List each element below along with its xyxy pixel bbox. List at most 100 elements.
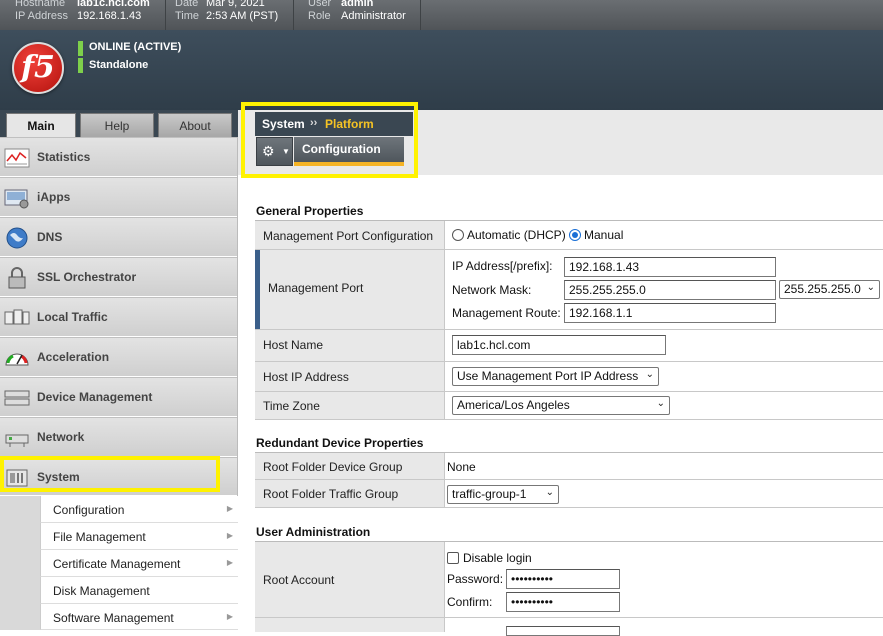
disable-login-label: Disable login xyxy=(463,551,532,565)
ip-prefix-input[interactable] xyxy=(564,257,776,277)
time-zone-select-value: America/Los Angeles xyxy=(457,398,570,412)
tab-about[interactable]: About xyxy=(158,113,232,137)
tab-main[interactable]: Main xyxy=(6,113,76,137)
radio-dhcp-option[interactable]: Automatic (DHCP) xyxy=(452,228,566,242)
label-cell: Management Port Configuration xyxy=(255,221,445,249)
password-input[interactable]: •••••••••• xyxy=(506,569,620,589)
label-cell: Management Port xyxy=(255,250,445,329)
netmask-select-value: 255.255.255.0 xyxy=(784,282,861,296)
traffic-group-select[interactable]: traffic-group-1 ⌄ xyxy=(447,485,559,504)
subnav-file-management[interactable]: File Management ▶ xyxy=(40,523,238,550)
user-label: User xyxy=(308,0,332,9)
label-cell: Host Name xyxy=(255,330,445,361)
gear-icon: ⚙ xyxy=(262,143,275,159)
sidebar-item-dns[interactable]: DNS xyxy=(0,217,237,257)
row-device-group: Root Folder Device Group None xyxy=(255,453,883,480)
sidebar-item-label: Network xyxy=(37,430,85,444)
label-cell: Root Folder Traffic Group xyxy=(255,480,445,507)
row-mgmt-port-config: Management Port Configuration Automatic … xyxy=(255,221,883,250)
route-input[interactable] xyxy=(564,303,776,323)
radio-manual[interactable] xyxy=(569,229,581,241)
general-properties-table: Management Port Configuration Automatic … xyxy=(255,220,883,420)
netmask-select[interactable]: 255.255.255.0 ⌄ xyxy=(779,280,880,299)
radio-manual-option[interactable]: Manual xyxy=(569,228,623,242)
traffic-group-label: Root Folder Traffic Group xyxy=(263,487,399,501)
time-zone-label: Time Zone xyxy=(263,399,320,413)
ssl-lock-icon xyxy=(4,266,30,290)
subnav-software-management[interactable]: Software Management ▶ xyxy=(40,604,238,630)
sidebar-item-statistics[interactable]: Statistics xyxy=(0,137,237,177)
confirm-input[interactable]: •••••••••• xyxy=(506,592,620,612)
chevron-right-icon: ▶ xyxy=(226,558,233,567)
statistics-icon xyxy=(4,146,30,170)
online-indicator xyxy=(78,41,83,56)
hostname-label: Hostname xyxy=(15,0,66,9)
redundant-properties-title: Redundant Device Properties xyxy=(256,436,424,450)
sidebar-item-label: Acceleration xyxy=(37,350,110,364)
device-management-icon xyxy=(4,386,30,410)
dns-globe-icon xyxy=(4,226,30,250)
netmask-input[interactable] xyxy=(564,280,776,300)
host-ip-select-value: Use Management Port IP Address xyxy=(457,369,639,383)
disable-login-option[interactable]: Disable login xyxy=(447,551,532,565)
tab-configuration-label: Configuration xyxy=(302,142,381,156)
chevron-down-icon: ⌄ xyxy=(866,282,875,293)
label-cell: Root Account xyxy=(255,542,445,617)
general-properties-title: General Properties xyxy=(256,204,364,218)
chevron-down-icon: ⌄ xyxy=(656,398,665,409)
traffic-group-select-value: traffic-group-1 xyxy=(452,487,527,501)
sidebar-item-local-traffic[interactable]: Local Traffic xyxy=(0,297,237,337)
chevron-down-icon: ⌄ xyxy=(545,487,554,498)
sidebar-item-ssl-orchestrator[interactable]: SSL Orchestrator xyxy=(0,257,237,297)
chevron-right-icon: ▶ xyxy=(226,531,233,540)
host-ip-select[interactable]: Use Management Port IP Address ⌄ xyxy=(452,367,659,386)
subnav-configuration[interactable]: Configuration ▶ xyxy=(40,496,238,523)
row-mgmt-port: Management Port IP Address[/prefix]: Net… xyxy=(255,250,883,330)
subnav-certificate-management[interactable]: Certificate Management ▶ xyxy=(40,550,238,577)
sidebar-item-iapps[interactable]: iApps xyxy=(0,177,237,217)
radio-dhcp[interactable] xyxy=(452,229,464,241)
subnav-disk-management[interactable]: Disk Management xyxy=(40,577,238,604)
sidebar-item-network[interactable]: Network xyxy=(0,417,237,457)
host-name-input[interactable] xyxy=(452,335,666,355)
sidebar-item-label: System xyxy=(37,470,80,484)
sidebar-item-label: DNS xyxy=(37,230,63,244)
confirm-label: Confirm: xyxy=(447,595,493,609)
ip-label: IP Address xyxy=(15,10,68,22)
device-group-label: Root Folder Device Group xyxy=(263,460,403,474)
mgmt-port-label: Management Port xyxy=(268,281,364,295)
subnav-label: Certificate Management xyxy=(53,557,181,571)
next-input[interactable] xyxy=(506,626,620,636)
iapps-icon xyxy=(4,186,30,210)
subnav-label: Configuration xyxy=(53,503,125,517)
subnav-label: Disk Management xyxy=(53,584,150,598)
time-zone-select[interactable]: America/Los Angeles ⌄ xyxy=(452,396,670,415)
row-host-ip: Host IP Address Use Management Port IP A… xyxy=(255,362,883,392)
root-account-label: Root Account xyxy=(263,573,335,587)
nav-tab-bar: Main Help About xyxy=(0,110,238,137)
local-traffic-icon xyxy=(4,306,30,330)
label-cell: Time Zone xyxy=(255,392,445,419)
sidebar-item-system[interactable]: System xyxy=(0,457,237,496)
route-label: Management Route: xyxy=(452,306,561,320)
redundant-properties-table: Root Folder Device Group None Root Folde… xyxy=(255,452,883,508)
role-label: Role xyxy=(308,10,331,22)
datetime-block: Date Mar 9, 2021 Time 2:53 AM (PST) xyxy=(175,0,278,23)
sidebar-item-device-management[interactable]: Device Management xyxy=(0,377,237,417)
row-time-zone: Time Zone America/Los Angeles ⌄ xyxy=(255,392,883,420)
disable-login-checkbox[interactable] xyxy=(447,552,459,564)
top-status-bar: Hostname lab1c.hcl.com IP Address 192.168.… xyxy=(0,0,883,30)
chevron-down-icon: ▼ xyxy=(282,147,290,156)
host-name-label: Host Name xyxy=(263,338,324,352)
host-ip-label: Host IP Address xyxy=(263,370,349,384)
gear-menu-button[interactable]: ⚙ ▼ xyxy=(256,137,293,166)
chevron-down-icon: ⌄ xyxy=(645,369,654,380)
status-online: ONLINE (ACTIVE) xyxy=(89,41,182,53)
breadcrumb-system[interactable]: System xyxy=(262,117,305,131)
tab-help[interactable]: Help xyxy=(80,113,154,137)
tab-configuration[interactable]: Configuration xyxy=(294,137,404,166)
sidebar-item-acceleration[interactable]: Acceleration xyxy=(0,337,237,377)
sidebar-item-label: iApps xyxy=(37,190,71,204)
radio-dhcp-label: Automatic (DHCP) xyxy=(467,228,566,242)
role-value: Administrator xyxy=(341,10,406,22)
